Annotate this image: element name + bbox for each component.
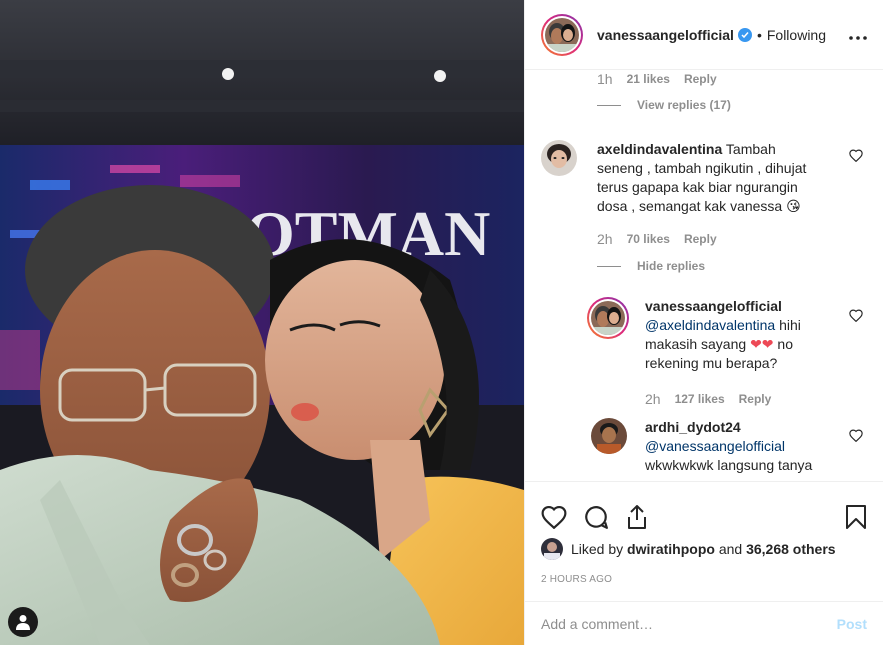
- reply-avatar[interactable]: [591, 418, 627, 454]
- like-heart-icon[interactable]: [541, 505, 567, 529]
- user-icon: [16, 615, 30, 630]
- comment-text-line4: dosa , semangat kak vanessa: [597, 198, 783, 214]
- liked-by-count[interactable]: 36,268 others: [746, 541, 836, 557]
- reply-username[interactable]: ardhi_dydot24: [645, 419, 741, 435]
- more-dots-icon[interactable]: [849, 24, 867, 45]
- reply-avatar[interactable]: [587, 297, 629, 339]
- hide-replies-label: Hide replies: [637, 259, 706, 273]
- liker-avatar[interactable]: [541, 538, 563, 560]
- comment-time: 1h: [597, 71, 613, 87]
- kiss-emoji: 😘: [786, 198, 801, 214]
- reply-text-line2-after: no: [773, 336, 793, 352]
- comment-input[interactable]: [541, 615, 837, 632]
- comment-meta: 2h 70 likes Reply: [597, 231, 717, 247]
- reply-text-line3: wkwkwkwk langsung tanya: [645, 457, 813, 473]
- like-comment-heart-icon[interactable]: [849, 149, 863, 162]
- comment-bubble-icon[interactable]: [583, 504, 609, 530]
- commenter-username[interactable]: axeldindavalentina: [597, 141, 722, 157]
- following-button[interactable]: Following: [767, 27, 826, 43]
- post-timestamp[interactable]: 2 HOURS AGO: [525, 574, 883, 585]
- comment-body: axeldindavalentina Tambah seneng , tamba…: [597, 140, 847, 216]
- like-reply-heart-icon[interactable]: [849, 429, 863, 442]
- liked-by-mid: and: [718, 541, 743, 557]
- post-header: vanessaangelofficial • Following: [525, 0, 883, 70]
- reply-username[interactable]: vanessaangelofficial: [645, 298, 782, 314]
- comment-likes[interactable]: 21 likes: [627, 72, 670, 86]
- share-upload-icon[interactable]: [625, 504, 649, 530]
- avatar-image: [591, 301, 625, 335]
- reply-likes[interactable]: 127 likes: [675, 392, 725, 406]
- comment-meta: 1h 21 likes Reply: [597, 71, 717, 87]
- verified-badge-icon: [737, 27, 752, 42]
- reply-button[interactable]: Reply: [684, 232, 717, 246]
- comment-text-line2: seneng , tambah ngikutin , dihujat: [597, 160, 807, 176]
- post-sidebar: vanessaangelofficial • Following 1h 21 l…: [524, 0, 883, 645]
- reply-time: 2h: [645, 391, 661, 407]
- reply-button[interactable]: Reply: [684, 72, 717, 86]
- red-hearts-emoji: ❤❤: [750, 336, 774, 352]
- reply-meta: 2h 127 likes Reply: [645, 391, 771, 407]
- comment-text-line1: Tambah: [725, 141, 776, 157]
- reply-text-line1: hihi: [775, 317, 801, 333]
- liked-by-user[interactable]: dwiratihpopo: [627, 541, 715, 557]
- reply-body: vanessaangelofficial @axeldindavalentina…: [645, 297, 845, 373]
- reply-item: ardhi_dydot24 @vanessaangelofficial wkwk…: [591, 418, 845, 475]
- author-avatar[interactable]: [541, 13, 583, 56]
- reply-text-line2: makasih sayang: [645, 336, 747, 352]
- like-reply-heart-icon[interactable]: [849, 309, 863, 322]
- mention-link[interactable]: @vanessaangelofficial: [645, 438, 785, 454]
- liked-by-prefix: Liked by: [571, 541, 624, 557]
- reply-button[interactable]: Reply: [739, 392, 772, 406]
- comment-text-line3: terus gapapa kak biar ngurangin: [597, 179, 798, 195]
- photo-illustration: OTMAN: [0, 0, 524, 645]
- avatar-image: [545, 17, 579, 52]
- replies-divider: [597, 104, 621, 106]
- tagged-user-button[interactable]: [8, 607, 38, 637]
- action-bar: [525, 482, 883, 538]
- comment-item: axeldindavalentina Tambah seneng , tamba…: [541, 140, 847, 216]
- mention-link[interactable]: @axeldindavalentina: [645, 317, 775, 333]
- liked-by-row: Liked by dwiratihpopo and 36,268 others: [525, 538, 883, 560]
- add-comment-bar: Post: [525, 601, 883, 645]
- comments-list[interactable]: 1h 21 likes Reply View replies (17) axel…: [525, 71, 883, 481]
- post-comment-button[interactable]: Post: [837, 616, 867, 632]
- comment-time: 2h: [597, 231, 613, 247]
- commenter-avatar[interactable]: [541, 140, 577, 176]
- reply-text-line3: rekening mu berapa?: [645, 355, 778, 371]
- view-replies-label: View replies (17): [637, 98, 731, 112]
- reply-item: vanessaangelofficial @axeldindavalentina…: [587, 297, 845, 373]
- separator-dot: •: [756, 26, 762, 43]
- view-replies-button[interactable]: View replies (17): [597, 98, 731, 112]
- replies-divider: [597, 265, 621, 267]
- bookmark-icon[interactable]: [845, 504, 867, 530]
- hide-replies-button[interactable]: Hide replies: [597, 259, 705, 273]
- comment-likes[interactable]: 70 likes: [627, 232, 670, 246]
- reply-body: ardhi_dydot24 @vanessaangelofficial wkwk…: [645, 418, 845, 475]
- post-actions: Liked by dwiratihpopo and 36,268 others …: [525, 481, 883, 601]
- post-photo[interactable]: OTMAN: [0, 0, 524, 645]
- author-username[interactable]: vanessaangelofficial: [597, 27, 734, 43]
